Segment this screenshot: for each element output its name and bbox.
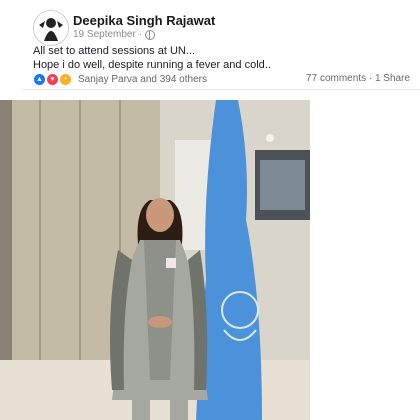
post-text-line: All set to attend sessions at UN... <box>33 45 196 57</box>
reactions-text: Sanjay Parva and 394 others <box>78 74 207 85</box>
post-date[interactable]: 19 September <box>73 29 136 40</box>
meta-separator: · <box>138 29 143 40</box>
avatar[interactable] <box>33 10 69 46</box>
post-text-line: Hope i do well, despite running a fever … <box>33 59 271 71</box>
post-meta: 19 September · <box>73 29 156 40</box>
post-text: All set to attend sessions at UN... Hope… <box>33 44 271 72</box>
photo-illustration <box>0 100 310 420</box>
wow-reaction-icon: • <box>59 73 72 86</box>
globe-icon <box>145 29 156 40</box>
like-reaction-icon: ▲ <box>33 73 46 86</box>
avatar-image <box>34 11 68 45</box>
divider <box>22 89 420 90</box>
comments-count[interactable]: 77 comments <box>306 73 366 84</box>
engagement-counts: 77 comments · 1 Share <box>306 73 410 84</box>
post-photo[interactable] <box>0 100 310 420</box>
shares-count[interactable]: 1 Share <box>375 73 410 84</box>
love-reaction-icon: ♥ <box>46 73 59 86</box>
reactions-summary[interactable]: ▲ ♥ • Sanjay Parva and 394 others <box>33 73 207 86</box>
post-author[interactable]: Deepika Singh Rajawat <box>73 13 215 28</box>
